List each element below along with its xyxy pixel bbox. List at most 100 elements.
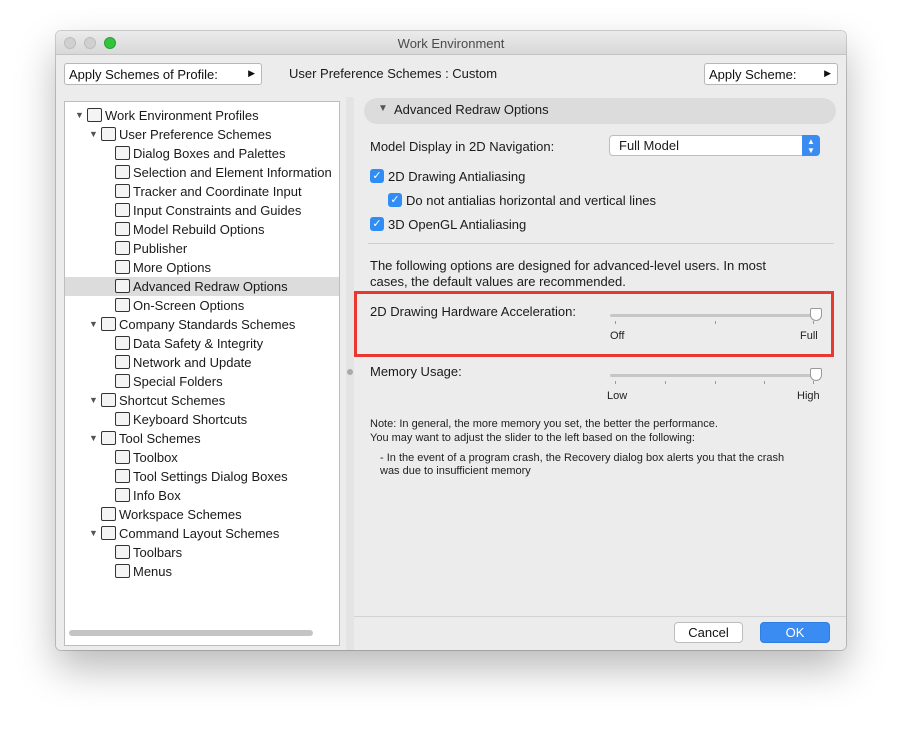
tree-item[interactable]: ▼ Shortcut Schemes (65, 391, 339, 410)
tree-item-label: Work Environment Profiles (105, 108, 259, 123)
tree-item-label: Shortcut Schemes (119, 393, 226, 408)
triangle-right-icon: ▶ (248, 68, 255, 78)
tree-item-label: Toolbox (133, 450, 178, 465)
tree-item[interactable]: Tool Settings Dialog Boxes (65, 467, 339, 486)
disclosure-triangle-icon[interactable]: ▼ (378, 103, 388, 114)
splitter-grip-icon[interactable] (347, 369, 353, 375)
tree-item[interactable]: Info Box (65, 486, 339, 505)
tree-item-label: Menus (133, 564, 173, 579)
memory-min-label: Low (607, 390, 628, 402)
tree-item[interactable]: Model Rebuild Options (65, 220, 339, 239)
scheme-icon (115, 184, 130, 198)
disclosure-triangle-icon[interactable]: ▼ (89, 395, 98, 405)
tree-item[interactable]: Toolbars (65, 543, 339, 562)
apply-profile-popup[interactable]: Apply Schemes of Profile: ▶ (64, 63, 262, 85)
tree-item-label: More Options (133, 260, 212, 275)
disclosure-triangle-icon[interactable]: ▼ (89, 129, 98, 139)
tree-item-label: Dialog Boxes and Palettes (133, 146, 286, 161)
tree-item[interactable]: ▼ Work Environment Profiles (65, 106, 339, 125)
disclosure-triangle-icon[interactable]: ▼ (75, 110, 84, 120)
section-header-advanced-redraw[interactable]: ▼ Advanced Redraw Options (364, 98, 836, 124)
scheme-icon (115, 374, 130, 388)
disclosure-triangle-icon[interactable]: ▼ (89, 319, 98, 329)
section-divider (368, 243, 834, 244)
tree-item[interactable]: Selection and Element Information (65, 163, 339, 182)
scheme-icon (115, 469, 130, 483)
tree-item[interactable]: Data Safety & Integrity (65, 334, 339, 353)
title-bar[interactable]: Work Environment (56, 31, 846, 55)
tree-item-label: Input Constraints and Guides (133, 203, 302, 218)
apply-scheme-label: Apply Scheme: (709, 67, 797, 82)
cancel-button[interactable]: Cancel (674, 622, 743, 643)
tree-item[interactable]: Keyboard Shortcuts (65, 410, 339, 429)
tree-item[interactable]: Input Constraints and Guides (65, 201, 339, 220)
tree-item[interactable]: More Options (65, 258, 339, 277)
slider-tick (665, 381, 666, 384)
tree-item[interactable]: Dialog Boxes and Palettes (65, 144, 339, 163)
aa3d-label: 3D OpenGL Antialiasing (388, 217, 527, 232)
aa2d-label: 2D Drawing Antialiasing (388, 169, 526, 184)
note-line-4: was due to insufficient memory (380, 465, 531, 477)
tree-item[interactable]: ▼ Company Standards Schemes (65, 315, 339, 334)
scheme-icon (115, 241, 130, 255)
scheme-icon (87, 108, 102, 122)
tree-item-label: Model Rebuild Options (133, 222, 265, 237)
tree-item[interactable]: Toolbox (65, 448, 339, 467)
scheme-icon (115, 279, 130, 293)
tree-item[interactable]: Menus (65, 562, 339, 581)
aa3d-checkbox[interactable]: ✓ (370, 217, 384, 231)
tree-item[interactable]: On-Screen Options (65, 296, 339, 315)
tree-item-label: Tracker and Coordinate Input (133, 184, 302, 199)
scheme-icon (101, 507, 116, 521)
tree-item[interactable]: Special Folders (65, 372, 339, 391)
tree-item-label: Workspace Schemes (119, 507, 242, 522)
model-display-label: Model Display in 2D Navigation: (370, 139, 555, 154)
triangle-right-icon: ▶ (824, 68, 831, 78)
tree-item-label: Advanced Redraw Options (133, 279, 288, 294)
tree-item-label: Command Layout Schemes (119, 526, 280, 541)
tree-item[interactable]: ▼ Command Layout Schemes (65, 524, 339, 543)
model-display-select[interactable]: Full Model ▲ ▼ (609, 135, 820, 156)
no-hv-antialias-checkbox[interactable]: ✓ (388, 193, 402, 207)
scheme-icon (115, 355, 130, 369)
disclosure-triangle-icon[interactable]: ▼ (89, 433, 98, 443)
slider-tick (615, 381, 616, 384)
tree-item-label: Special Folders (133, 374, 223, 389)
scheme-icon (115, 412, 130, 426)
no-hv-antialias-label: Do not antialias horizontal and vertical… (406, 193, 657, 208)
tree-item[interactable]: Advanced Redraw Options (65, 277, 339, 296)
memory-slider-thumb[interactable] (810, 368, 822, 381)
scheme-status-text: User Preference Schemes : Custom (289, 66, 498, 81)
scheme-icon (115, 450, 130, 464)
scheme-icon (101, 526, 116, 540)
tree-item-label: Tool Schemes (119, 431, 201, 446)
scheme-icon (101, 393, 116, 407)
apply-scheme-popup[interactable]: Apply Scheme: ▶ (704, 63, 838, 85)
scheme-icon (115, 146, 130, 160)
slider-tick (764, 381, 765, 384)
aa2d-checkbox[interactable]: ✓ (370, 169, 384, 183)
slider-tick (813, 381, 814, 384)
tree-item[interactable]: ▼ Tool Schemes (65, 429, 339, 448)
tree-item[interactable]: ▼ User Preference Schemes (65, 125, 339, 144)
ok-button[interactable]: OK (760, 622, 830, 643)
model-display-value: Full Model (619, 138, 679, 153)
scheme-icon (115, 488, 130, 502)
tree-item[interactable]: Network and Update (65, 353, 339, 372)
tree-item[interactable]: Tracker and Coordinate Input (65, 182, 339, 201)
highlight-annotation (354, 291, 834, 357)
scheme-icon (115, 564, 130, 578)
memory-usage-label: Memory Usage: (370, 364, 462, 379)
window-title: Work Environment (397, 36, 505, 51)
profiles-tree[interactable]: ▼ Work Environment Profiles ▼ User Preferen… (64, 101, 340, 646)
advanced-note-line-2: cases, the default values are recommende… (370, 274, 626, 289)
tree-item[interactable]: Publisher (65, 239, 339, 258)
disclosure-triangle-icon[interactable]: ▼ (89, 528, 98, 538)
tree-item-label: Selection and Element Information (133, 165, 332, 180)
note-line-1: Note: In general, the more memory you se… (370, 418, 718, 430)
select-stepper-icon: ▲ ▼ (802, 135, 820, 156)
horizontal-scrollbar[interactable] (69, 630, 313, 636)
scheme-icon (101, 127, 116, 141)
memory-slider-track[interactable] (610, 374, 816, 377)
tree-item[interactable]: Workspace Schemes (65, 505, 339, 524)
